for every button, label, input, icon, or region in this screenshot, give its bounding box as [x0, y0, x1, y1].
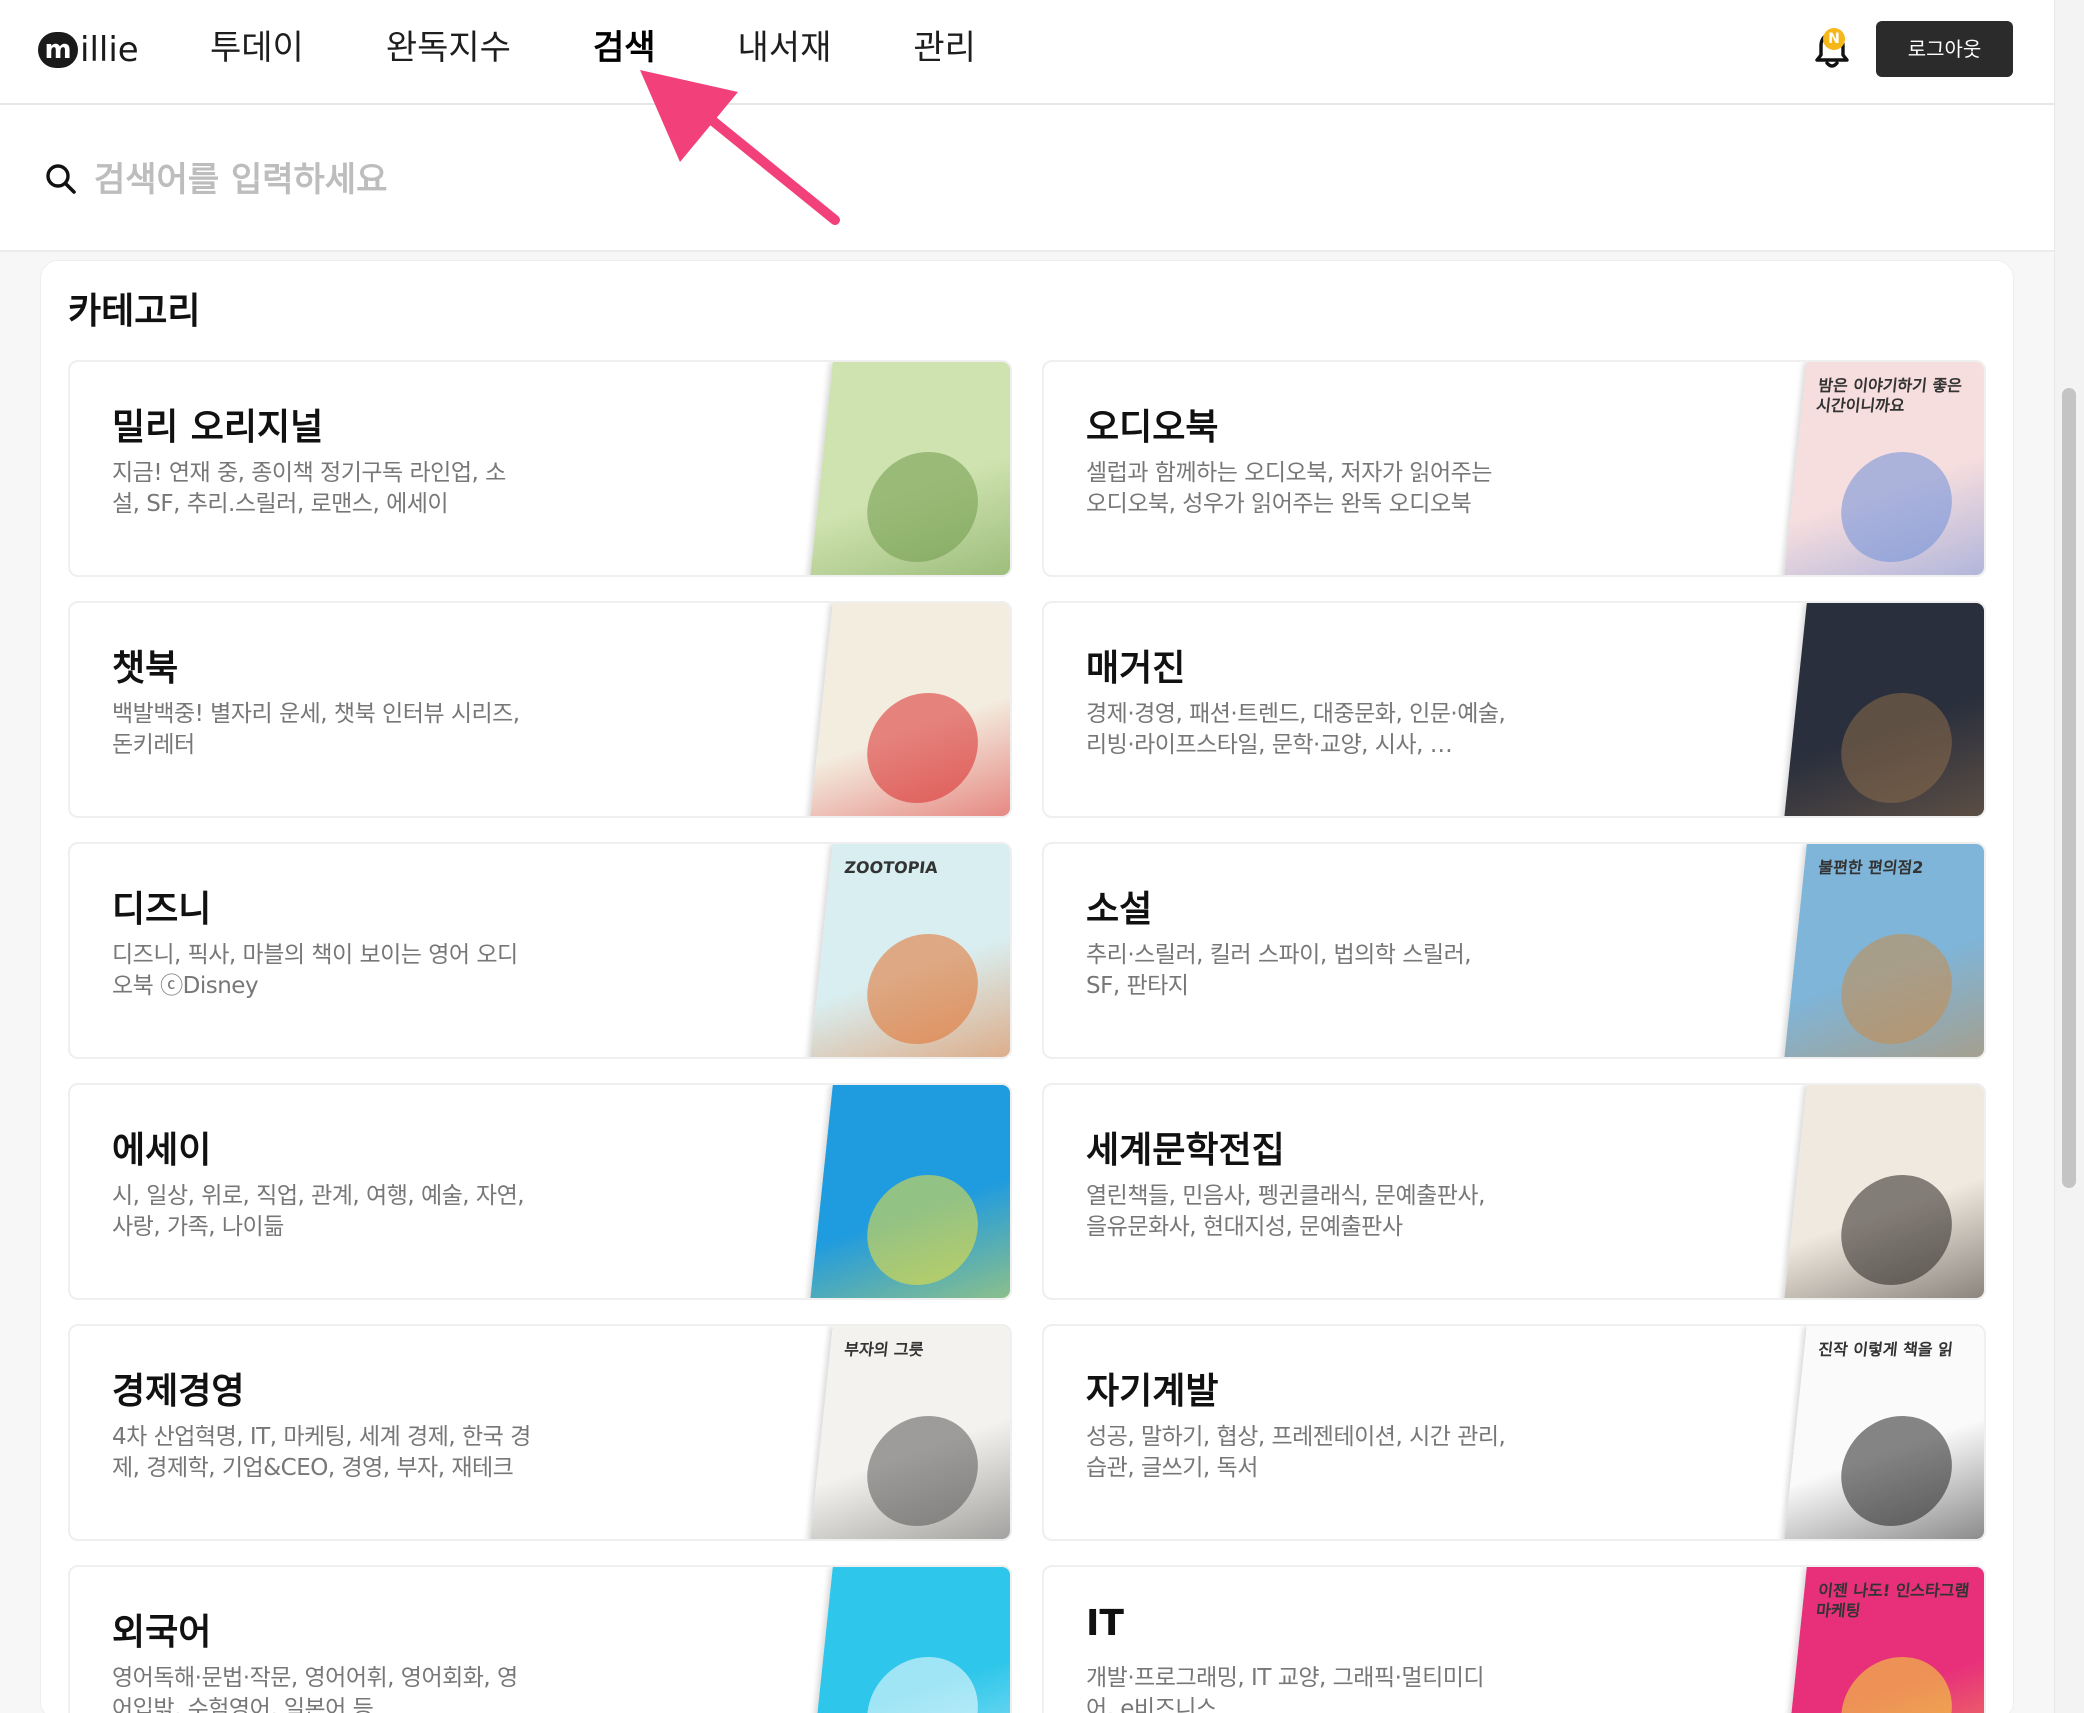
- nav-search[interactable]: 검색: [593, 24, 656, 72]
- nav-today[interactable]: 투데이: [210, 24, 304, 72]
- cover-art-shape: [1835, 693, 1958, 803]
- category-card-title: 자기계발: [1086, 1371, 1219, 1412]
- category-card-description: 디즈니, 픽사, 마블의 책이 보이는 영어 오디오북 ⓒDisney: [112, 942, 518, 999]
- notification-badge: N: [1823, 28, 1845, 50]
- logo-mark: m: [38, 32, 78, 68]
- category-card[interactable]: 오디오북셀럽과 함께하는 오디오북, 저자가 읽어주는 오디오북, 성우가 읽어…: [1042, 360, 1986, 577]
- cover-title-text: 진작 이렇게 책을 읽: [1817, 1340, 1954, 1359]
- category-card[interactable]: 자기계발성공, 말하기, 협상, 프레젠테이션, 시간 관리, 습관, 글쓰기,…: [1042, 1324, 1986, 1541]
- logout-button[interactable]: 로그아웃: [1876, 21, 2013, 77]
- cover-art-shape: [1835, 1416, 1958, 1526]
- book-cover-image: [1762, 1085, 1984, 1298]
- category-card-title: 챗북: [112, 648, 179, 689]
- book-cover: 진작 이렇게 책을 읽: [1784, 1326, 1984, 1539]
- category-card-title: 오디오북: [1086, 407, 1219, 448]
- nav-manage[interactable]: 관리: [913, 24, 976, 72]
- category-card[interactable]: 챗북백발백중! 별자리 운세, 챗북 인터뷰 시리즈, 돈키레터: [68, 601, 1012, 818]
- category-card-description: 개발·프로그래밍, IT 교양, 그래픽·멀티미디어, e비즈니스: [1086, 1665, 1485, 1713]
- cover-art-shape: [861, 452, 984, 562]
- book-cover-image: [1762, 603, 1984, 816]
- cover-title-text: 밤은 이야기하기 좋은 시간이니까요: [1815, 376, 1963, 415]
- cover-title-text: 부자의 그릇: [843, 1340, 925, 1359]
- millie-logo[interactable]: m illie: [38, 28, 139, 72]
- category-card[interactable]: 디즈니디즈니, 픽사, 마블의 책이 보이는 영어 오디오북 ⓒDisney ZO…: [68, 842, 1012, 1059]
- book-cover-image: 부자의 그릇: [788, 1326, 1010, 1539]
- category-card-description: 4차 산업혁명, IT, 마케팅, 세계 경제, 한국 경제, 경제학, 기업&…: [112, 1424, 531, 1481]
- category-card-description: 성공, 말하기, 협상, 프레젠테이션, 시간 관리, 습관, 글쓰기, 독서: [1086, 1424, 1506, 1481]
- nav-my-library[interactable]: 내서재: [738, 24, 832, 72]
- category-card-description: 경제·경영, 패션·트렌드, 대중문화, 인문·예술, 리빙·라이프스타일, 문…: [1086, 701, 1506, 758]
- category-card[interactable]: 매거진경제·경영, 패션·트렌드, 대중문화, 인문·예술, 리빙·라이프스타일…: [1042, 601, 1986, 818]
- category-card[interactable]: 소설추리·스릴러, 킬러 스파이, 법의학 스릴러, SF, 판타지 불편한 편의…: [1042, 842, 1986, 1059]
- logo-text: illie: [80, 30, 139, 70]
- cover-art-shape: [861, 1657, 984, 1713]
- book-cover: [1784, 1085, 1984, 1298]
- category-card[interactable]: 외국어영어독해·문법·작문, 영어어휘, 영어회화, 영어입밖, 수험영어, 일…: [68, 1565, 1012, 1713]
- scrollbar-thumb[interactable]: [2062, 388, 2076, 1188]
- category-card[interactable]: 에세이시, 일상, 위로, 직업, 관계, 여행, 예술, 자연, 사랑, 가족…: [68, 1083, 1012, 1300]
- book-cover: [810, 362, 1010, 575]
- top-header: m illie 투데이 완독지수 검색 내서재 관리 N 로그아웃: [0, 0, 2054, 105]
- category-card[interactable]: 경제경영 4차 산업혁명, IT, 마케팅, 세계 경제, 한국 경제, 경제학,…: [68, 1324, 1012, 1541]
- book-cover: [810, 603, 1010, 816]
- book-cover: [810, 1567, 1010, 1713]
- book-cover-image: 진작 이렇게 책을 읽: [1762, 1326, 1984, 1539]
- cover-title-text: 이젠 나도! 인스타그램 마케팅: [1815, 1581, 1971, 1620]
- book-cover-image: ZOOTOPIA: [788, 844, 1010, 1057]
- cover-art-shape: [861, 693, 984, 803]
- category-section-title: 카테고리: [68, 291, 201, 332]
- book-cover: 밤은 이야기하기 좋은 시간이니까요: [1784, 362, 1984, 575]
- book-cover-image: [788, 603, 1010, 816]
- category-card[interactable]: 세계문학전집열린책들, 민음사, 펭귄클래식, 문예출판사, 을유문화사, 현대…: [1042, 1083, 1986, 1300]
- category-card-title: 소설: [1086, 889, 1153, 930]
- book-cover: 이젠 나도! 인스타그램 마케팅: [1784, 1567, 1984, 1713]
- category-card-title: 밀리 오리지널: [112, 407, 324, 448]
- search-icon[interactable]: [44, 162, 78, 196]
- category-card-title: IT: [1086, 1603, 1124, 1644]
- category-card-title: 외국어: [112, 1612, 212, 1653]
- cover-art-shape: [1835, 1657, 1958, 1713]
- category-card-description: 열린책들, 민음사, 펭귄클래식, 문예출판사, 을유문화사, 현대지성, 문예…: [1086, 1183, 1485, 1240]
- book-cover-image: [788, 1567, 1010, 1713]
- category-card[interactable]: 밀리 오리지널지금! 연재 중, 종이책 정기구독 라인업, 소설, SF, 추…: [68, 360, 1012, 577]
- category-card-title: 경제경영: [112, 1371, 245, 1412]
- book-cover: 부자의 그릇: [810, 1326, 1010, 1539]
- category-card-description: 셀럽과 함께하는 오디오북, 저자가 읽어주는 오디오북, 성우가 읽어주는 완…: [1086, 460, 1492, 517]
- category-card-description: 영어독해·문법·작문, 영어어휘, 영어회화, 영어입밖, 수험영어, 일본어 …: [112, 1665, 518, 1713]
- category-card-title: 세계문학전집: [1086, 1130, 1285, 1171]
- cover-art-shape: [861, 1416, 984, 1526]
- cover-title-text: ZOOTOPIA: [843, 858, 939, 877]
- book-cover: 불편한 편의점2: [1784, 844, 1984, 1057]
- category-card-title: 디즈니: [112, 889, 212, 930]
- cover-title-text: 불편한 편의점2: [1817, 858, 1925, 877]
- search-bar: [0, 106, 2054, 252]
- book-cover: [1784, 603, 1984, 816]
- book-cover-image: 불편한 편의점2: [1762, 844, 1984, 1057]
- category-card-description: 시, 일상, 위로, 직업, 관계, 여행, 예술, 자연, 사랑, 가족, 나…: [112, 1183, 525, 1240]
- category-card-title: 에세이: [112, 1130, 212, 1171]
- category-card-title: 매거진: [1086, 648, 1186, 689]
- category-card-description: 추리·스릴러, 킬러 스파이, 법의학 스릴러, SF, 판타지: [1086, 942, 1472, 999]
- book-cover-image: [788, 1085, 1010, 1298]
- book-cover: [810, 1085, 1010, 1298]
- category-card[interactable]: IT 개발·프로그래밍, IT 교양, 그래픽·멀티미디어, e비즈니스 이젠 나도…: [1042, 1565, 1986, 1713]
- cover-art-shape: [1835, 1175, 1958, 1285]
- book-cover: ZOOTOPIA: [810, 844, 1010, 1057]
- book-cover-image: 밤은 이야기하기 좋은 시간이니까요: [1762, 362, 1984, 575]
- search-input[interactable]: [94, 150, 994, 210]
- nav-completion-index[interactable]: 완독지수: [386, 24, 511, 72]
- main-nav: 투데이 완독지수 검색 내서재 관리: [210, 24, 976, 72]
- book-cover-image: [788, 362, 1010, 575]
- cover-art-shape: [1835, 452, 1958, 562]
- category-card-description: 백발백중! 별자리 운세, 챗북 인터뷰 시리즈, 돈키레터: [112, 701, 520, 758]
- cover-art-shape: [1835, 934, 1958, 1044]
- category-card-description: 지금! 연재 중, 종이책 정기구독 라인업, 소설, SF, 추리.스릴러, …: [112, 460, 506, 517]
- cover-art-shape: [861, 1175, 984, 1285]
- book-cover-image: 이젠 나도! 인스타그램 마케팅: [1762, 1567, 1984, 1713]
- cover-art-shape: [861, 934, 984, 1044]
